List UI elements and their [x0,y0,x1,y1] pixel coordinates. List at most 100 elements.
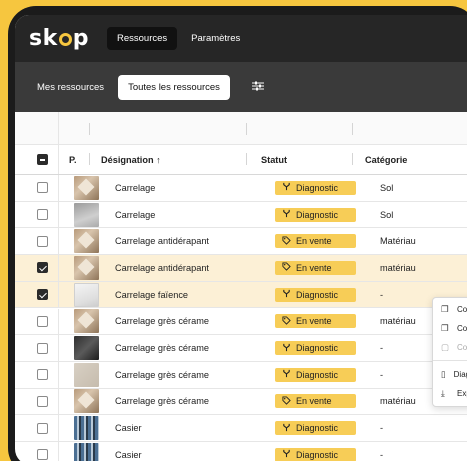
table-row[interactable]: Carrelage grès cérame En vente matériau [15,388,467,416]
nav-tab-parametres[interactable]: Paramètres [181,27,250,50]
filter-tab-mes-ressources[interactable]: Mes ressources [28,75,112,100]
resource-thumbnail [74,416,99,441]
filter-bar: Mes ressources Toutes les ressources [15,62,467,112]
categorie-cell: matériau [380,316,416,327]
column-header-statut[interactable]: Statut [261,145,287,174]
fork-icon [281,182,291,193]
categorie-cell: - [380,449,384,460]
resource-thumbnail [74,255,99,280]
table-row[interactable]: Carrelage grès cérame Diagnostic - [15,335,467,362]
resource-thumbnail [74,442,99,461]
fork-icon [281,289,291,300]
sliders-icon[interactable] [251,80,264,94]
menu-item-exporter[interactable]: ⤓Exporter [433,384,467,402]
status-badge: En vente [275,260,356,275]
designation-cell: Carrelage [115,209,156,220]
status-badge: En vente [275,314,356,329]
row-checkbox[interactable] [37,262,48,274]
row-checkbox[interactable] [37,449,48,461]
select-all-checkbox[interactable] [37,154,48,165]
fork-icon [281,449,291,460]
table-row[interactable]: Carrelage antidérapant En vente matériau [15,255,467,282]
row-checkbox[interactable] [37,289,48,301]
export-icon: ⤓ [441,387,445,398]
fork-icon [281,423,291,434]
table-header: P. Désignation ↑ Statut Catégorie [15,145,467,175]
categorie-cell: Matériau [380,236,416,247]
table-row[interactable]: Carrelage Diagnostic Sol [15,201,467,229]
menu-item-copier-2[interactable]: ❐Copier [433,319,467,337]
resource-thumbnail [74,175,99,200]
designation-cell: Carrelage antidérapant [115,262,209,273]
tag-icon [281,236,291,247]
status-badge: Diagnostic [275,207,356,222]
row-checkbox[interactable] [37,315,48,327]
table-row[interactable]: Carrelage antidérapant En vente Matériau [15,228,467,256]
designation-cell: Carrelage grès cérame [115,396,209,407]
table-row[interactable]: Carrelage faïence Diagnostic - [15,281,467,309]
status-badge: Diagnostic [275,421,356,436]
row-checkbox[interactable] [37,395,48,407]
table-row[interactable]: Casier Diagnostic - [15,442,467,461]
designation-cell: Carrelage faïence [115,289,189,300]
row-checkbox[interactable] [37,209,48,221]
column-header-categorie[interactable]: Catégorie [365,145,407,174]
categorie-cell: matériau [380,396,416,407]
fork-icon [281,209,291,220]
resource-thumbnail [74,282,99,307]
resource-thumbnail [74,229,99,254]
status-badge: Diagnostic [275,287,356,302]
copy-icon: ❐ [441,322,449,333]
fork-icon [281,343,291,354]
categorie-cell: Sol [380,209,394,220]
document-icon: ▯ [441,368,446,379]
designation-cell: Carrelage grès cérame [115,316,209,327]
app-logo: sk p [29,26,89,51]
categorie-cell: matériau [380,262,416,273]
resource-thumbnail [74,309,99,334]
row-checkbox[interactable] [37,342,48,354]
designation-cell: Carrelage grès cérame [115,343,209,354]
status-badge: Diagnostic [275,180,356,195]
row-checkbox[interactable] [37,182,48,194]
categorie-cell: Sol [380,182,394,193]
nav-tab-ressources[interactable]: Ressources [106,27,178,50]
table-row[interactable]: Carrelage grès cérame Diagnostic - [15,361,467,389]
categorie-cell: - [380,369,384,380]
context-menu: ❐Copier ❐Copier ▢Coller ▯Diagnostic ⤓Exp… [432,297,467,407]
fork-icon [281,369,291,380]
resource-thumbnail [74,336,99,361]
tag-icon [281,396,291,407]
tag-icon [281,316,291,327]
table-row[interactable]: Carrelage Diagnostic Sol [15,175,467,202]
categorie-cell: - [380,289,384,300]
status-badge: Diagnostic [275,447,356,461]
table-row[interactable]: Carrelage grès cérame En vente matériau [15,308,467,336]
categorie-cell: - [380,343,384,354]
menu-divider [433,360,467,361]
row-checkbox[interactable] [37,369,48,381]
table-row[interactable]: Casier Diagnostic - [15,415,467,442]
menu-item-diagnostic[interactable]: ▯Diagnostic [433,365,467,383]
paste-icon: ▢ [441,341,450,352]
resource-thumbnail [74,202,99,227]
column-header-photo[interactable]: P. [69,145,77,174]
categorie-cell: - [380,423,384,434]
menu-item-coller: ▢Coller [441,341,467,352]
top-navbar: sk p Ressources Paramètres [15,15,467,62]
row-checkbox[interactable] [37,422,48,434]
filter-tab-toutes-ressources[interactable]: Toutes les ressources [118,74,230,100]
app-window: sk p Ressources Paramètres Mes ressources… [15,15,467,461]
menu-item-copier[interactable]: ❐Copier [433,300,467,318]
column-header-designation[interactable]: Désignation ↑ [101,145,161,174]
designation-cell: Carrelage antidérapant [115,236,209,247]
designation-cell: Casier [115,449,142,460]
copy-icon: ❐ [441,303,449,314]
resource-thumbnail [74,362,99,387]
designation-cell: Casier [115,423,142,434]
status-badge: Diagnostic [275,341,356,356]
table-group-header [15,112,467,145]
row-checkbox[interactable] [37,235,48,247]
resource-thumbnail [74,389,99,414]
tag-icon [281,262,291,273]
